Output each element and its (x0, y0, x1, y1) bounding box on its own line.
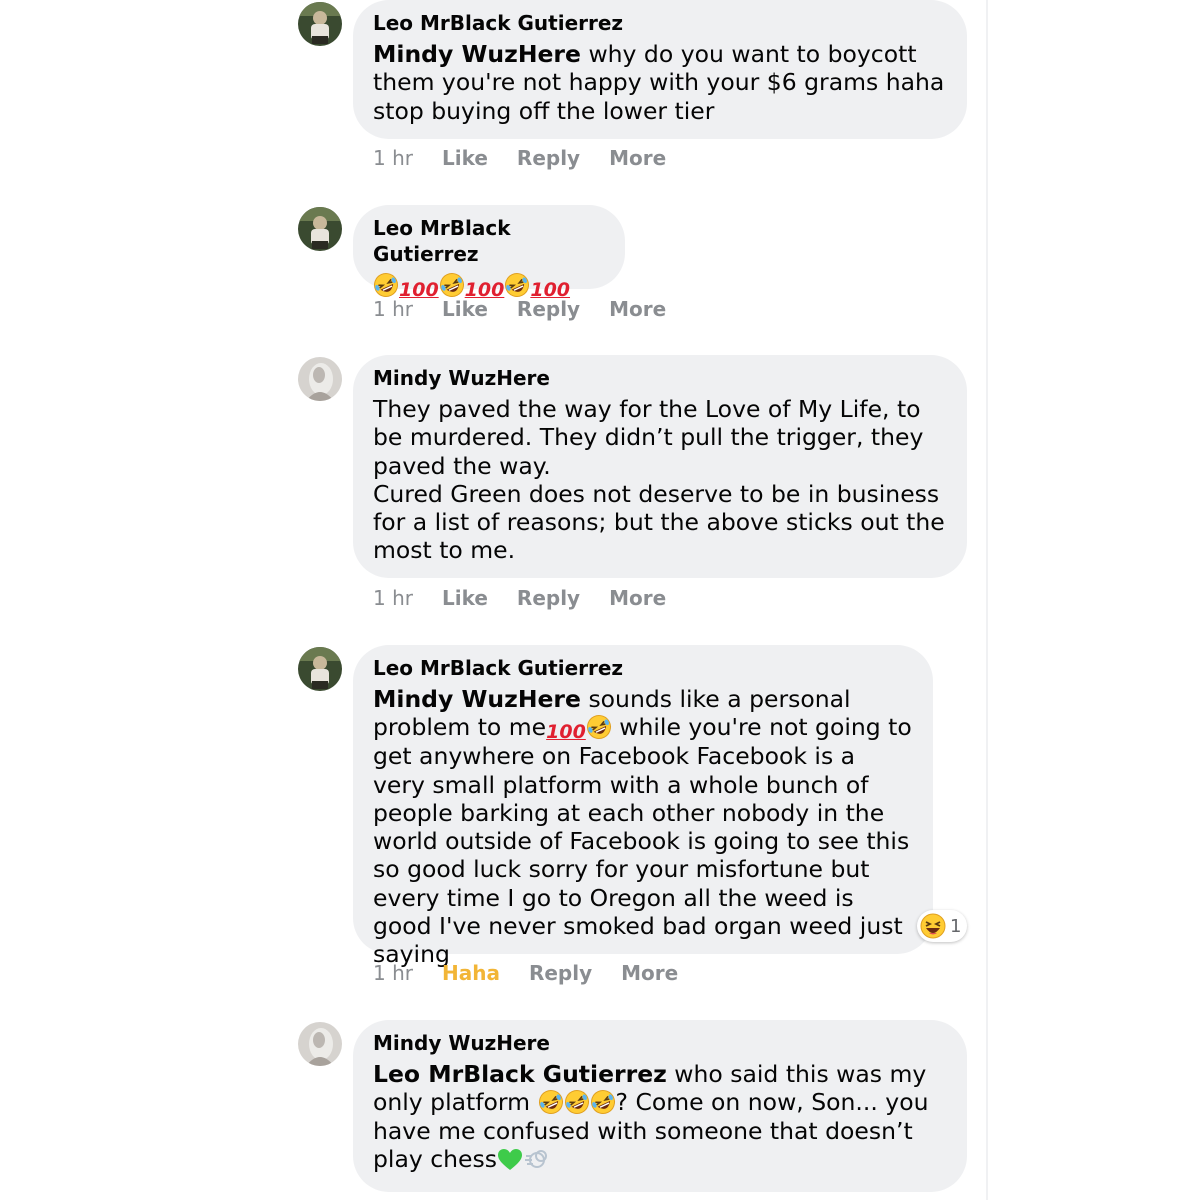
avatar[interactable] (298, 357, 342, 401)
haha-reaction-icon (920, 913, 946, 939)
timestamp[interactable]: 1 hr (373, 961, 413, 985)
comment-bubble: Leo MrBlack Gutierrez Mindy WuzHere soun… (353, 645, 933, 968)
reply-button[interactable]: Reply (529, 961, 592, 985)
timestamp[interactable]: 1 hr (373, 586, 413, 610)
comment-text-paragraph-1: They paved the way for the Love of My Li… (373, 395, 924, 480)
timestamp[interactable]: 1 hr (373, 146, 413, 170)
rofl-emoji (590, 1089, 616, 1115)
more-button[interactable]: More (609, 586, 666, 610)
comment-actions: 1 hr Like Reply More (373, 146, 666, 170)
green-heart-emoji (497, 1148, 523, 1172)
reply-button[interactable]: Reply (517, 146, 580, 170)
profile-photo (298, 2, 342, 46)
mention-link[interactable]: Mindy WuzHere (373, 685, 581, 713)
like-button[interactable]: Like (442, 586, 488, 610)
reaction-count: 1 (950, 915, 962, 937)
profile-photo (298, 1022, 342, 1066)
rofl-emoji (373, 272, 399, 298)
dash-emoji (523, 1146, 549, 1172)
profile-photo (298, 647, 342, 691)
reaction-summary[interactable]: 1 (917, 910, 968, 942)
comment-actions: 1 hr Like Reply More (373, 586, 666, 610)
more-button[interactable]: More (621, 961, 678, 985)
profile-photo (298, 207, 342, 251)
comment-author[interactable]: Leo MrBlack Gutierrez (373, 215, 605, 267)
comment-body: Leo MrBlack Gutierrez who said this was … (373, 1060, 947, 1173)
comment-body: Mindy WuzHere why do you want to boycott… (373, 40, 947, 125)
comment-body: Mindy WuzHere sounds like a personal pro… (373, 685, 913, 969)
mention-link[interactable]: Mindy WuzHere (373, 40, 581, 68)
comment-bubble: Leo MrBlack Gutierrez Mindy WuzHere why … (353, 0, 967, 139)
comment-text-continued: while you're not going to get anywhere o… (373, 713, 912, 969)
rofl-emoji (538, 1089, 564, 1115)
comment-author[interactable]: Mindy WuzHere (373, 1030, 947, 1056)
like-button[interactable]: Like (442, 146, 488, 170)
profile-photo (298, 357, 342, 401)
comment-text-paragraph-2: Cured Green does not deserve to be in bu… (373, 479, 945, 565)
avatar[interactable] (298, 2, 342, 46)
comment-actions: 1 hr Haha Reply More (373, 961, 678, 985)
comment-actions: 1 hr Like Reply More (373, 297, 666, 321)
comment-bubble: Leo MrBlack Gutierrez 100 100 100 (353, 205, 625, 300)
haha-reaction-button[interactable]: Haha (442, 961, 500, 985)
rofl-emoji (586, 714, 612, 740)
timestamp[interactable]: 1 hr (373, 297, 413, 321)
comment-body: 100 100 100 (373, 271, 605, 300)
rofl-emoji (504, 272, 530, 298)
more-button[interactable]: More (609, 146, 666, 170)
mention-link[interactable]: Leo MrBlack Gutierrez (373, 1060, 667, 1088)
like-button[interactable]: Like (442, 297, 488, 321)
comment-bubble: Mindy WuzHere They paved the way for the… (353, 355, 967, 578)
avatar[interactable] (298, 207, 342, 251)
comment-body: They paved the way for the Love of My Li… (373, 395, 947, 565)
avatar[interactable] (298, 1022, 342, 1066)
reply-button[interactable]: Reply (517, 586, 580, 610)
reply-button[interactable]: Reply (517, 297, 580, 321)
comment-author[interactable]: Mindy WuzHere (373, 365, 947, 391)
page-divider (986, 0, 988, 1200)
hundred-points-emoji: 100 (546, 721, 586, 744)
more-button[interactable]: More (609, 297, 666, 321)
rofl-emoji (564, 1089, 590, 1115)
avatar[interactable] (298, 647, 342, 691)
comment-author[interactable]: Leo MrBlack Gutierrez (373, 10, 947, 36)
comment-author[interactable]: Leo MrBlack Gutierrez (373, 655, 913, 681)
comment-bubble: Mindy WuzHere Leo MrBlack Gutierrez who … (353, 1020, 967, 1192)
rofl-emoji (439, 272, 465, 298)
